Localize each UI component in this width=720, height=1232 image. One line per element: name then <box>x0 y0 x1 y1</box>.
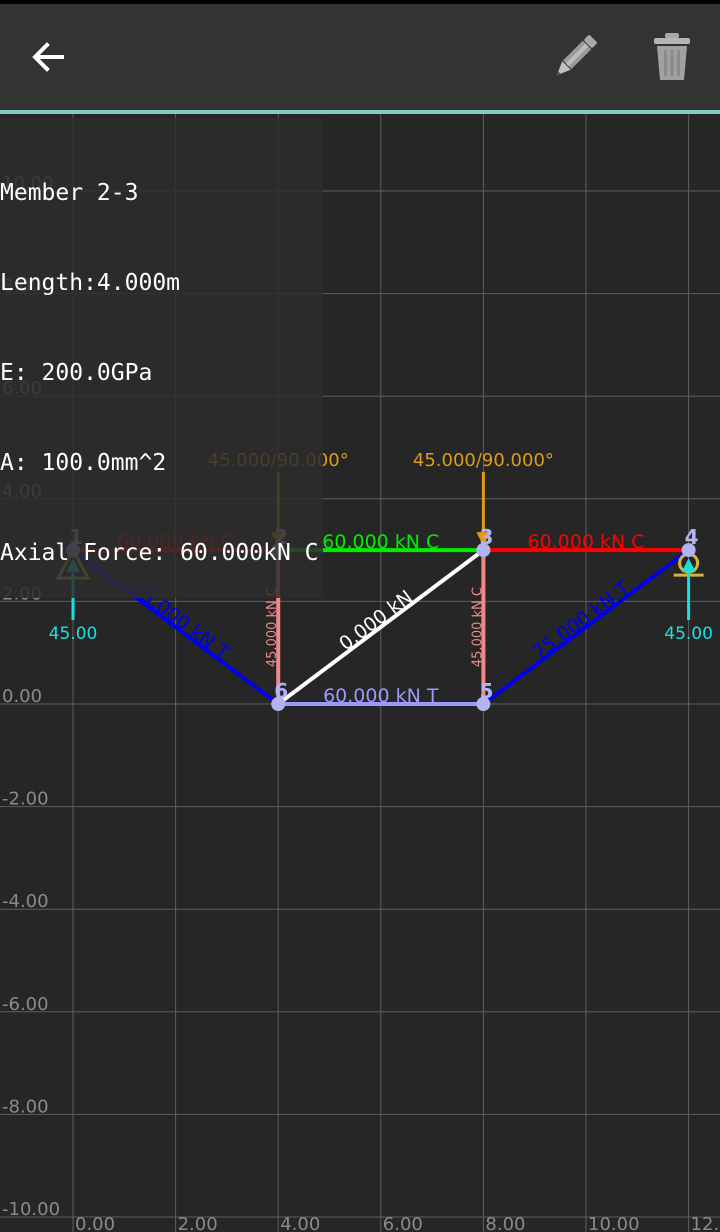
y-tick-label: -4.00 <box>2 891 49 912</box>
x-tick-label: 10.00 <box>588 1214 640 1232</box>
member-axial-force: Axial Force: 60.000kN C <box>0 540 319 566</box>
y-tick-label: -6.00 <box>2 994 49 1015</box>
member-force-label: 75.000 kN T <box>528 577 634 664</box>
y-tick-label: 0.00 <box>2 686 42 707</box>
edit-button[interactable] <box>540 22 610 92</box>
member-force-label: 45.000 kN C <box>265 587 280 667</box>
y-tick-label: -10.00 <box>2 1199 60 1220</box>
member-modulus: E: 200.0GPa <box>0 360 153 386</box>
x-tick-label: 6.00 <box>383 1214 423 1232</box>
arrow-left-icon <box>32 42 64 72</box>
member-force-label: 45.000 kN C <box>470 587 485 667</box>
node-label: 4 <box>685 525 699 549</box>
y-tick-label: -8.00 <box>2 1096 49 1117</box>
reaction-label: 45.00 <box>49 624 98 644</box>
x-tick-label: 4.00 <box>280 1214 320 1232</box>
member-force-label: 60.000 kN C <box>322 531 439 553</box>
x-tick-label: 0.00 <box>75 1214 115 1232</box>
member-force-label: 0.000 kN <box>335 586 417 655</box>
member-force-label: 60.000 kN C <box>527 531 644 553</box>
app-toolbar <box>0 4 720 114</box>
load-label: 45.000/90.000° <box>413 450 554 471</box>
member-length: Length:4.000m <box>0 270 181 296</box>
node-label: 6 <box>274 679 288 703</box>
member-info-panel: Member 2-3 Length:4.000m E: 200.0GPa A: … <box>0 118 323 598</box>
back-button[interactable] <box>13 22 83 92</box>
trash-icon <box>654 33 690 80</box>
reaction-label: 45.00 <box>664 624 713 644</box>
delete-button[interactable] <box>637 22 707 92</box>
pencil-icon <box>556 35 597 76</box>
reaction-arrow-head <box>681 558 696 573</box>
member-force-label: 60.000 kN T <box>323 685 439 707</box>
x-tick-label: 12. <box>691 1214 720 1232</box>
x-tick-label: 8.00 <box>485 1214 525 1232</box>
member-area: A: 100.0mm^2 <box>0 450 167 476</box>
member-title: Member 2-3 <box>0 180 139 206</box>
node-label: 3 <box>479 525 493 549</box>
y-tick-label: -2.00 <box>2 789 49 810</box>
x-tick-label: 2.00 <box>178 1214 218 1232</box>
node-label: 5 <box>479 679 493 703</box>
